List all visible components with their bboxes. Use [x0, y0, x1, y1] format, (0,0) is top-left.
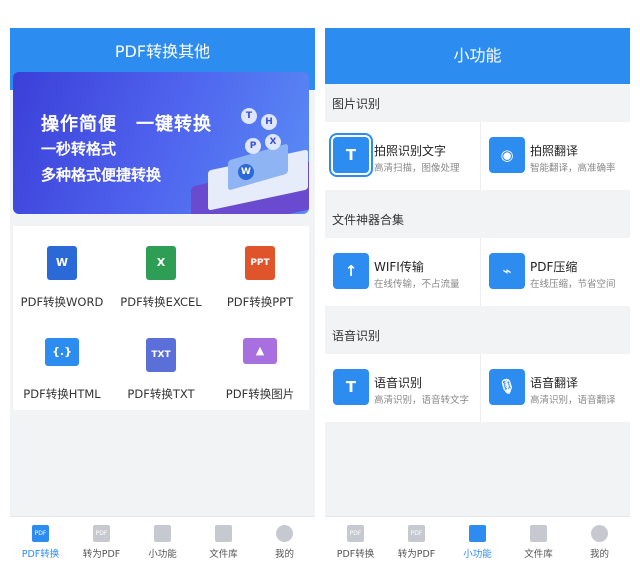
convert-word-button[interactable]: W PDF转换WORD	[13, 226, 111, 318]
tool-title: 语音识别	[374, 376, 423, 390]
page-title: PDF转换其他	[114, 42, 211, 61]
tab-pdf-convert[interactable]: PDF PDF转换	[325, 517, 386, 564]
converter-label: PDF转换TXT	[127, 387, 195, 401]
tab-to-pdf[interactable]: PDF 转为PDF	[386, 517, 447, 564]
pdf-icon: PDF	[347, 525, 364, 542]
tab-mine[interactable]: 我的	[569, 517, 630, 564]
to-pdf-icon: PDF	[408, 525, 425, 542]
excel-file-icon: X	[146, 246, 176, 280]
tab-label: PDF转换	[336, 549, 375, 560]
tool-subtitle: 在线压缩，节省空间	[530, 279, 616, 290]
tool-title: WIFI传输	[374, 260, 424, 274]
section-title-image-recognition: 图片识别	[332, 97, 381, 111]
letter-bubble-icon: X	[265, 134, 281, 150]
tab-label: 我的	[589, 549, 609, 560]
convert-image-button[interactable]: ▲ PDF转换图片	[211, 318, 309, 410]
tool-subtitle: 在线传输，不占流量	[374, 279, 460, 290]
section-row-image-recognition: T 拍照识别文字 高清扫描，图像处理 ◉ 拍照翻译 智能翻译，高准确率	[325, 122, 630, 190]
tool-subtitle: 智能翻译，高准确率	[530, 163, 616, 174]
voice-translate-icon: 🎙	[489, 369, 525, 405]
tab-label: 我的	[274, 549, 294, 560]
grid-icon	[154, 525, 171, 542]
tab-label: 小功能	[148, 549, 177, 560]
promo-banner[interactable]: T H X P W 操作简便 一键转换 一秒转格式 多种格式便捷转换	[13, 72, 309, 214]
tab-library[interactable]: 文件库	[193, 517, 254, 564]
converter-label: PDF转换图片	[225, 387, 295, 401]
wifi-transfer-icon: ↑	[333, 253, 369, 289]
voice-recognition-icon: T	[333, 369, 369, 405]
wifi-transfer-button[interactable]: ↑ WIFI传输 在线传输，不占流量	[325, 238, 475, 306]
section-row-file-tools: ↑ WIFI传输 在线传输，不占流量 ⌁ PDF压缩 在线压缩，节省空间	[325, 238, 630, 306]
pdf-convert-screen: PDF转换其他 T H X P W 操作简便 一键转换 一秒转格式 多种格式便捷…	[10, 28, 315, 564]
tool-subtitle: 高清识别，语音转文字	[374, 395, 470, 406]
converter-label: PDF转换PPT	[226, 295, 294, 309]
section-row-voice-recognition: T 语音识别 高清识别，语音转文字 🎙 语音翻译 高清识别，语音翻译	[325, 354, 630, 422]
voice-translate-button[interactable]: 🎙 语音翻译 高清识别，语音翻译	[481, 354, 630, 422]
user-icon	[591, 525, 608, 542]
pdf-compress-icon: ⌁	[489, 253, 525, 289]
tool-title: 拍照识别文字	[374, 144, 447, 158]
image-file-icon: ▲	[243, 338, 277, 364]
txt-file-icon: TXT	[146, 338, 176, 372]
ocr-text-icon: T	[329, 133, 373, 177]
tool-subtitle: 高清识别，语音翻译	[530, 395, 616, 406]
tab-tools[interactable]: 小功能	[132, 517, 193, 564]
letter-bubble-icon: T	[241, 108, 257, 124]
tab-label: PDF转换	[21, 549, 60, 560]
bottom-tab-bar: PDF PDF转换 PDF 转为PDF 小功能 文件库 我的	[325, 516, 630, 564]
tab-label: 文件库	[524, 549, 553, 560]
tool-title: 拍照翻译	[530, 144, 579, 158]
grid-icon	[469, 525, 486, 542]
converter-label: PDF转换EXCEL	[120, 295, 202, 309]
converter-grid: W PDF转换WORD X PDF转换EXCEL PPT PDF转换PPT {.…	[13, 226, 309, 410]
photo-ocr-button[interactable]: T 拍照识别文字 高清扫描，图像处理	[325, 122, 475, 190]
photo-translate-button[interactable]: ◉ 拍照翻译 智能翻译，高准确率	[481, 122, 630, 190]
tools-screen: 小功能 图片识别 T 拍照识别文字 高清扫描，图像处理 ◉ 拍照翻译 智能翻译，…	[325, 28, 630, 564]
ppt-file-icon: PPT	[245, 246, 275, 280]
banner-line-1: 操作简便 一键转换	[41, 114, 212, 135]
tab-library[interactable]: 文件库	[508, 517, 569, 564]
convert-ppt-button[interactable]: PPT PDF转换PPT	[211, 226, 309, 318]
page-title: 小功能	[453, 46, 502, 65]
letter-bubble-icon: P	[245, 138, 261, 154]
to-pdf-icon: PDF	[93, 525, 110, 542]
tool-title: 语音翻译	[530, 376, 579, 390]
tab-label: 转为PDF	[397, 549, 436, 560]
section-title-voice-recognition: 语音识别	[332, 329, 381, 343]
banner-line-2: 一秒转格式	[41, 140, 117, 158]
tab-label: 小功能	[463, 549, 492, 560]
tool-subtitle: 高清扫描，图像处理	[374, 163, 460, 174]
pdf-icon: PDF	[32, 525, 49, 542]
tab-to-pdf[interactable]: PDF 转为PDF	[71, 517, 132, 564]
converter-label: PDF转换WORD	[20, 295, 104, 309]
convert-txt-button[interactable]: TXT PDF转换TXT	[112, 318, 210, 410]
voice-recognition-button[interactable]: T 语音识别 高清识别，语音转文字	[325, 354, 475, 422]
letter-bubble-icon: W	[238, 164, 254, 180]
library-icon	[215, 525, 232, 542]
tab-tools[interactable]: 小功能	[447, 517, 508, 564]
tab-pdf-convert[interactable]: PDF PDF转换	[10, 517, 71, 564]
tool-title: PDF压缩	[530, 260, 578, 274]
letter-bubble-icon: H	[261, 114, 277, 130]
tab-label: 文件库	[209, 549, 238, 560]
tab-mine[interactable]: 我的	[254, 517, 315, 564]
camera-icon: ◉	[489, 137, 525, 173]
convert-html-button[interactable]: {.} PDF转换HTML	[13, 318, 111, 410]
bottom-tab-bar: PDF PDF转换 PDF 转为PDF 小功能 文件库 我的	[10, 516, 315, 564]
pdf-compress-button[interactable]: ⌁ PDF压缩 在线压缩，节省空间	[481, 238, 630, 306]
library-icon	[530, 525, 547, 542]
word-file-icon: W	[47, 246, 77, 280]
banner-line-3: 多种格式便捷转换	[41, 166, 162, 184]
user-icon	[276, 525, 293, 542]
section-title-file-tools: 文件神器合集	[332, 213, 405, 227]
header: 小功能	[325, 28, 630, 84]
tab-label: 转为PDF	[82, 549, 121, 560]
converter-label: PDF转换HTML	[23, 387, 101, 401]
html-monitor-icon: {.}	[45, 338, 79, 366]
convert-excel-button[interactable]: X PDF转换EXCEL	[112, 226, 210, 318]
